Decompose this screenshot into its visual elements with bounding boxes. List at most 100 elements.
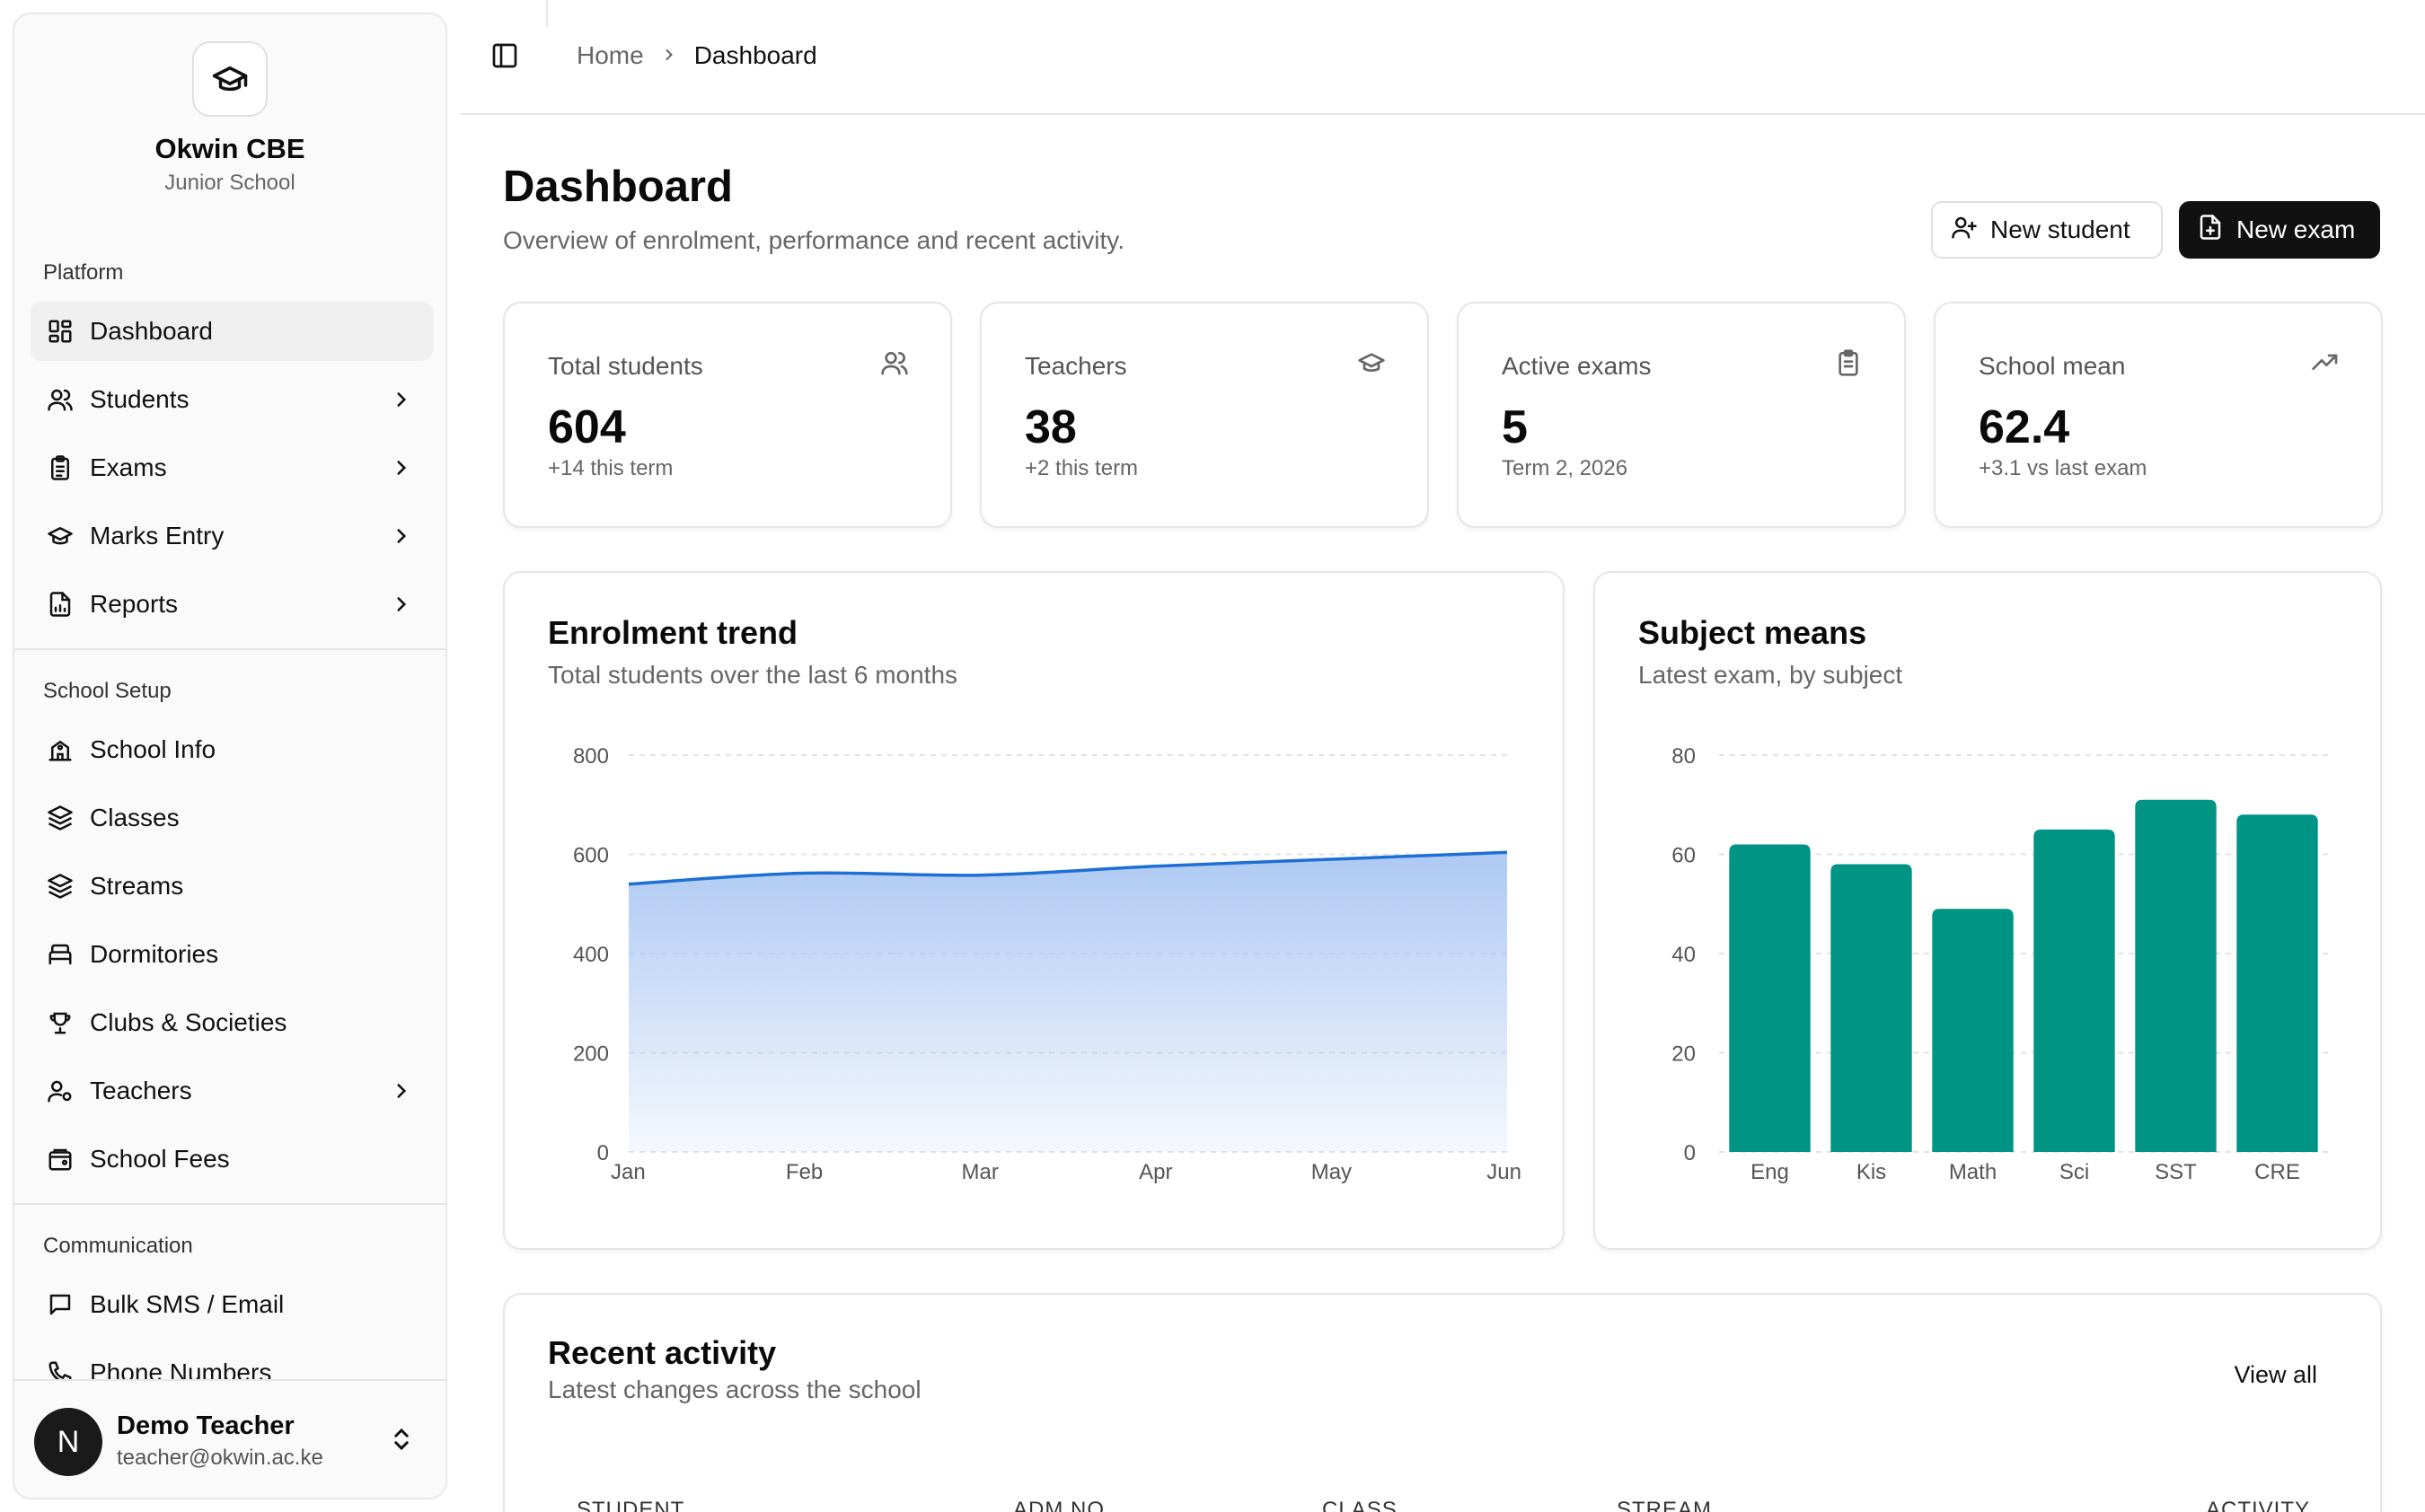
- area-fill: [629, 852, 1507, 1152]
- chevron-right-icon: [390, 524, 413, 554]
- card-title: Recent activity: [548, 1334, 777, 1371]
- sidebar-item-label: Bulk SMS / Email: [90, 1290, 285, 1318]
- stat-label: Teachers: [1025, 352, 1127, 380]
- view-all-link[interactable]: View all: [2234, 1361, 2317, 1389]
- new-exam-label: New exam: [2236, 215, 2356, 243]
- subject-means-card: Subject means Latest exam, by subject 02…: [1593, 571, 2382, 1250]
- column-header-activity[interactable]: ACTIVITY: [2206, 1498, 2310, 1512]
- new-exam-button[interactable]: New exam: [2179, 201, 2380, 259]
- y-tick-label: 40: [1671, 943, 1696, 967]
- chevron-right-icon: [390, 1079, 413, 1109]
- stat-value: 5: [1502, 401, 1528, 453]
- sidebar-divider: [14, 648, 445, 650]
- enrolment-area-chart: 0 200 400 600 800 Jan Feb Mar Apr May Jun: [573, 744, 1521, 1184]
- divider: [546, 0, 548, 27]
- stat-value: 38: [1025, 401, 1077, 453]
- clipboard-icon: [1834, 348, 1863, 382]
- card-subtitle: Latest changes across the school: [548, 1376, 922, 1403]
- layers-icon: [45, 871, 75, 901]
- user-cog-icon: [45, 1076, 75, 1106]
- sidebar-item-dormitories[interactable]: Dormitories: [31, 925, 433, 984]
- sidebar-item-label: Clubs & Societies: [90, 1008, 287, 1036]
- bar: [1932, 909, 2014, 1152]
- sidebar-item-streams[interactable]: Streams: [31, 857, 433, 916]
- sidebar-item-label: Students: [90, 385, 190, 413]
- y-tick-label: 60: [1671, 844, 1696, 868]
- brand-name: Okwin CBE: [154, 133, 305, 164]
- x-tick-label: Math: [1949, 1160, 1997, 1184]
- stat-card-active-exams: Active exams 5 Term 2, 2026: [1457, 302, 1906, 528]
- y-tick-label: 20: [1671, 1042, 1696, 1067]
- sidebar-item-label: Marks Entry: [90, 522, 225, 549]
- y-tick-label: 400: [573, 943, 609, 967]
- sidebar-item-label: Dashboard: [90, 317, 213, 345]
- avatar: N: [34, 1408, 102, 1476]
- stat-label: Active exams: [1502, 352, 1652, 380]
- sidebar-item-dashboard[interactable]: Dashboard: [31, 302, 433, 361]
- breadcrumb-home[interactable]: Home: [577, 41, 644, 70]
- bed-icon: [45, 939, 75, 970]
- column-header-adm-no[interactable]: ADM NO.: [1013, 1498, 1112, 1512]
- stat-note: +14 this term: [548, 456, 674, 480]
- user-name: Demo Teacher: [117, 1411, 295, 1440]
- column-header-stream[interactable]: STREAM: [1617, 1498, 1712, 1512]
- y-tick-label: 600: [573, 844, 609, 868]
- sidebar: Okwin CBE Junior School Platform Dashboa…: [13, 13, 447, 1499]
- column-header-student[interactable]: STUDENT: [577, 1498, 684, 1512]
- subject-means-bar-chart: 0 20 40 60 80 Eng Kis Math Sci SST CRE: [1671, 744, 2328, 1184]
- trending-up-icon: [2311, 348, 2340, 382]
- page-title: Dashboard: [503, 163, 733, 211]
- sidebar-item-reports[interactable]: Reports: [31, 575, 433, 634]
- x-tick-label: Mar: [962, 1160, 999, 1184]
- x-tick-label: Jan: [611, 1160, 646, 1184]
- wallet-icon: [45, 1144, 75, 1174]
- sidebar-item-exams[interactable]: Exams: [31, 438, 433, 497]
- clipboard-icon: [45, 453, 75, 483]
- sidebar-toggle-icon[interactable]: [490, 41, 523, 74]
- column-header-class[interactable]: CLASS: [1322, 1498, 1398, 1512]
- x-tick-label: CRE: [2254, 1160, 2300, 1184]
- dashboard-icon: [45, 316, 75, 347]
- sidebar-item-school-info[interactable]: School Info: [31, 720, 433, 779]
- chevrons-up-down-icon: [388, 1426, 415, 1457]
- x-tick-label: Apr: [1139, 1160, 1172, 1184]
- sidebar-item-students[interactable]: Students: [31, 370, 433, 429]
- group-label-platform: Platform: [43, 260, 124, 285]
- sidebar-item-label: Reports: [90, 590, 179, 618]
- bar: [1830, 864, 1912, 1152]
- users-icon: [45, 384, 75, 415]
- sidebar-item-clubs[interactable]: Clubs & Societies: [31, 993, 433, 1052]
- message-icon: [45, 1289, 75, 1320]
- user-menu[interactable]: N Demo Teacher teacher@okwin.ac.ke: [14, 1379, 445, 1498]
- y-tick-label: 0: [1684, 1141, 1696, 1165]
- file-chart-icon: [45, 589, 75, 620]
- bar: [2236, 814, 2318, 1152]
- sidebar-item-label: Classes: [90, 804, 180, 831]
- top-bar: Home Dashboard: [460, 0, 2425, 115]
- y-tick-label: 80: [1671, 744, 1696, 769]
- page-subtitle: Overview of enrolment, performance and r…: [503, 226, 1125, 254]
- stat-value: 604: [548, 401, 626, 453]
- sidebar-item-label: Exams: [90, 453, 167, 481]
- graduation-cap-icon: [192, 41, 268, 117]
- trophy-icon: [45, 1007, 75, 1038]
- sidebar-item-school-fees[interactable]: School Fees: [31, 1130, 433, 1189]
- sidebar-item-label: Streams: [90, 872, 184, 900]
- stat-label: School mean: [1979, 352, 2126, 380]
- sidebar-item-marks-entry[interactable]: Marks Entry: [31, 506, 433, 566]
- sidebar-item-bulk-sms[interactable]: Bulk SMS / Email: [31, 1275, 433, 1334]
- file-plus-icon: [2197, 214, 2224, 247]
- users-icon: [880, 348, 909, 382]
- stat-card-teachers: Teachers 38 +2 this term: [980, 302, 1429, 528]
- stat-note: Term 2, 2026: [1502, 456, 1628, 480]
- graduation-cap-icon: [1357, 348, 1386, 382]
- sidebar-item-label: Teachers: [90, 1077, 192, 1104]
- group-label-communication: Communication: [43, 1234, 193, 1258]
- bar: [2033, 829, 2115, 1152]
- bar: [2135, 799, 2217, 1152]
- sidebar-item-teachers[interactable]: Teachers: [31, 1061, 433, 1121]
- stat-card-school-mean: School mean 62.4 +3.1 vs last exam: [1934, 302, 2383, 528]
- new-student-button[interactable]: New student: [1931, 201, 2163, 259]
- new-student-label: New student: [1990, 215, 2130, 243]
- sidebar-item-classes[interactable]: Classes: [31, 788, 433, 848]
